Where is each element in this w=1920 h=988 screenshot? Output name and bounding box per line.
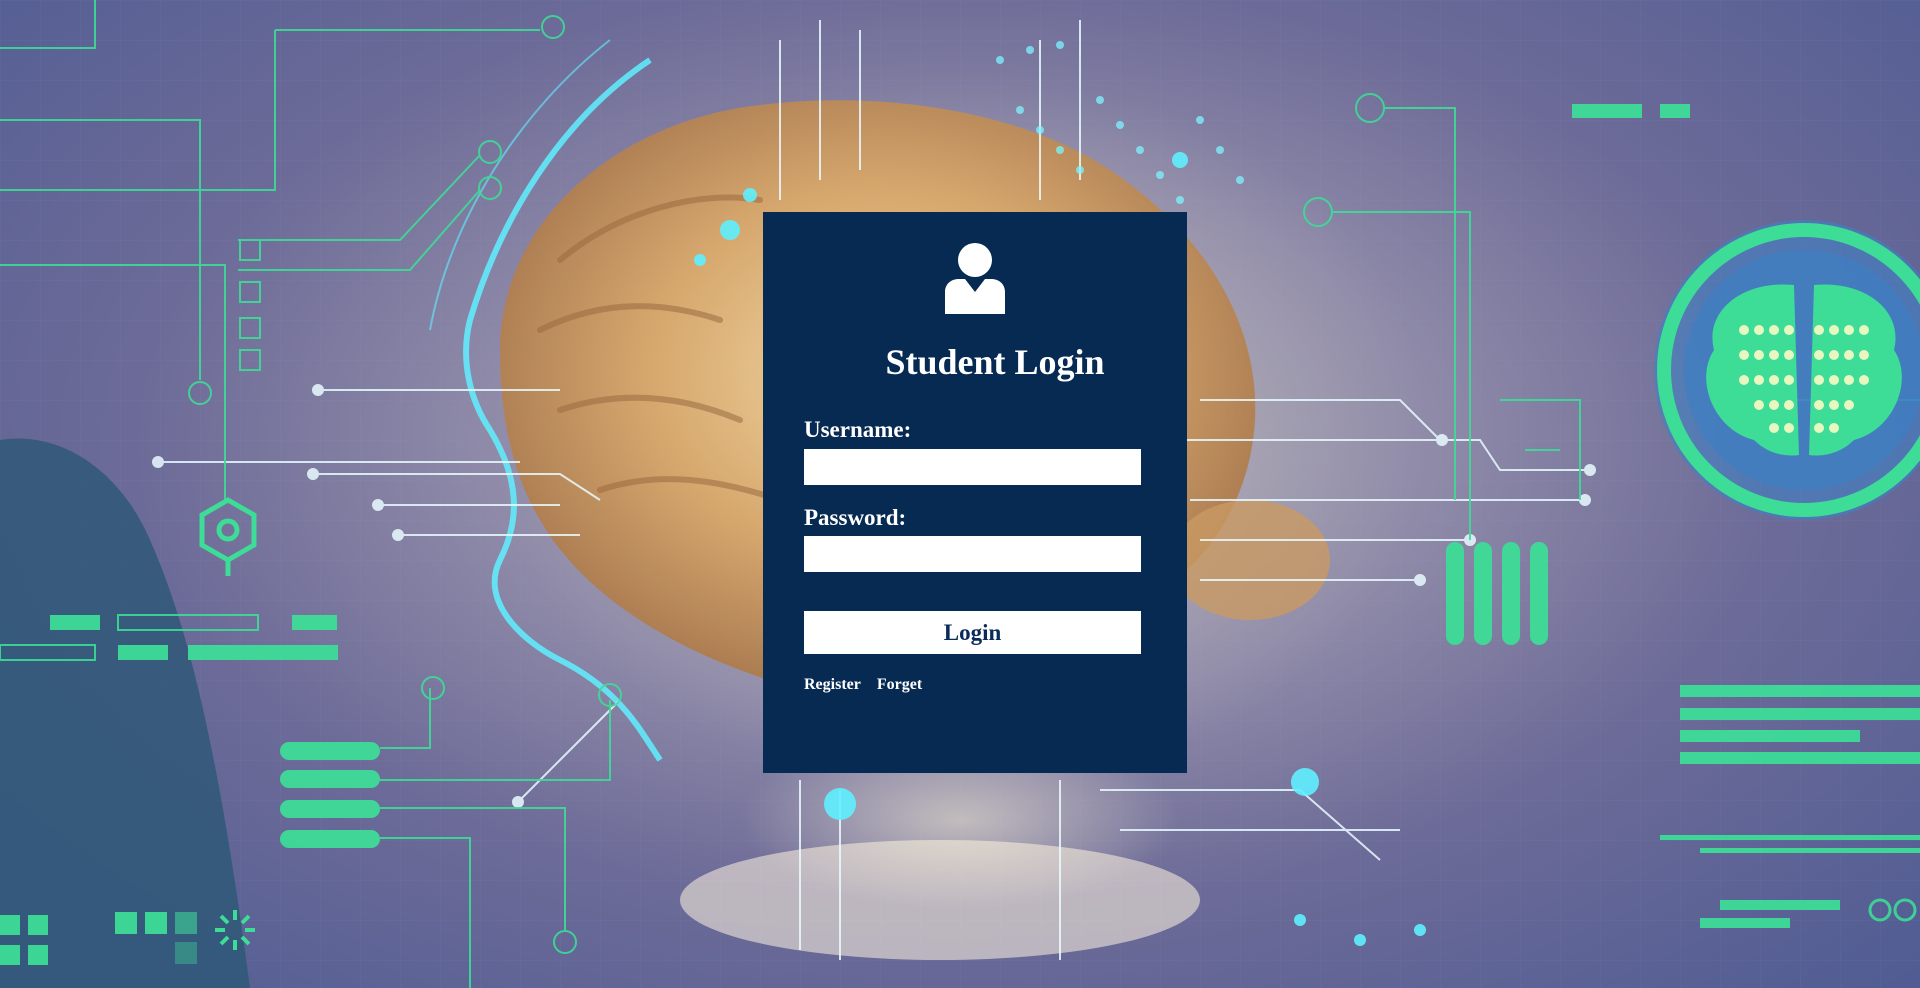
password-label: Password: <box>804 505 907 530</box>
username-input[interactable] <box>804 449 1141 485</box>
login-button[interactable]: Login <box>804 611 1141 654</box>
forget-link[interactable]: Forget <box>877 676 922 693</box>
login-card: Student Login Username: Password: Login … <box>763 212 1187 773</box>
page-title: Student Login <box>885 342 1105 382</box>
auth-links: Register Forget <box>804 675 938 695</box>
password-input[interactable] <box>804 536 1141 572</box>
user-icon <box>943 242 1007 314</box>
register-link[interactable]: Register <box>804 676 861 693</box>
username-label: Username: <box>804 417 912 442</box>
